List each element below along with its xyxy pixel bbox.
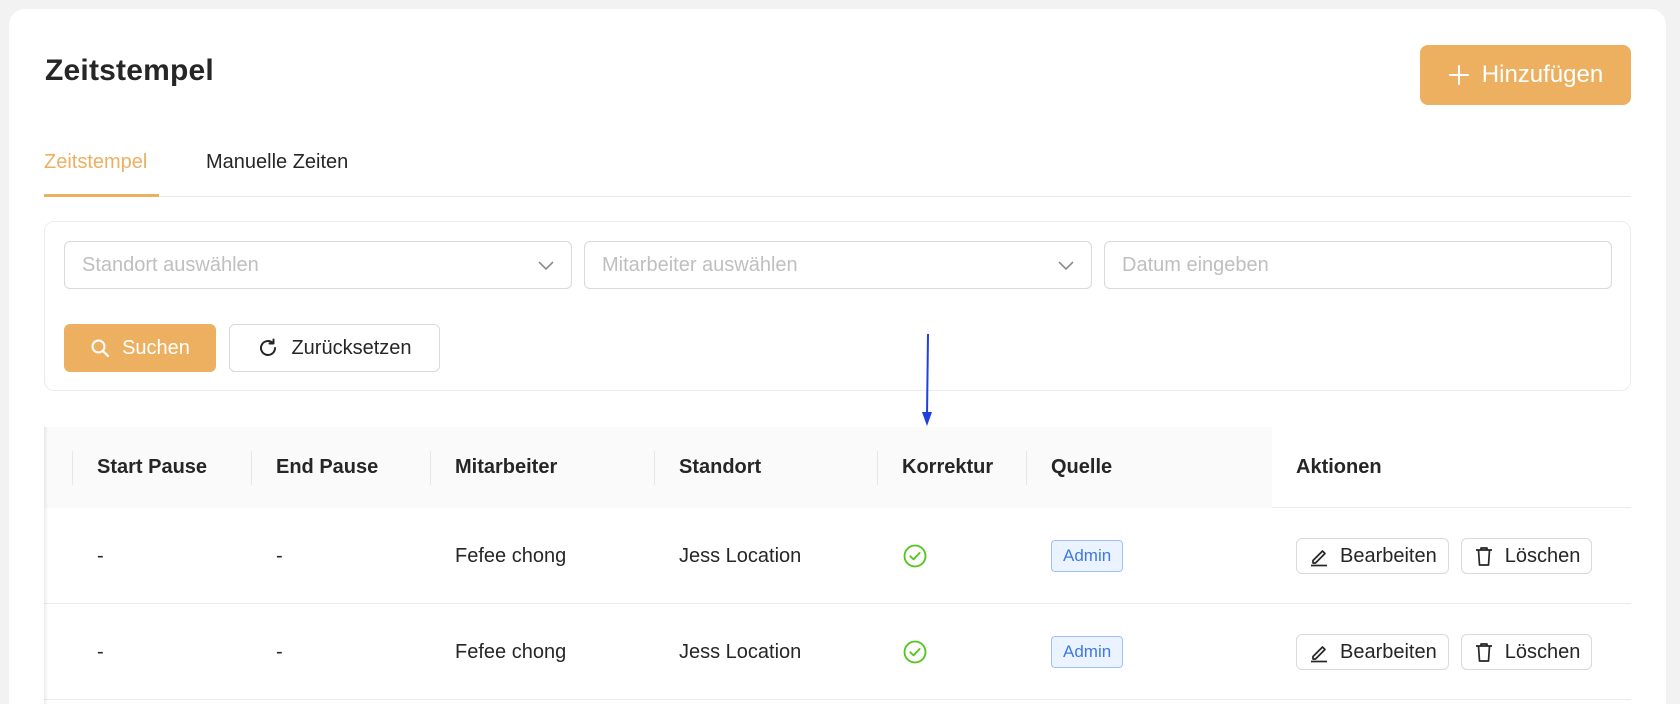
chevron-down-icon bbox=[1058, 261, 1074, 271]
cell-location: Jess Location bbox=[679, 640, 802, 663]
column-separator bbox=[1026, 451, 1027, 485]
cell-actions: Bearbeiten Löschen bbox=[1296, 604, 1604, 700]
location-select-placeholder: Standort auswählen bbox=[82, 253, 259, 276]
check-circle-icon bbox=[903, 544, 927, 568]
reload-icon bbox=[260, 338, 277, 356]
trash-icon bbox=[1475, 547, 1492, 566]
edit-icon bbox=[1311, 646, 1327, 663]
cell-end-pause: - bbox=[276, 640, 283, 663]
column-separator bbox=[72, 451, 73, 485]
search-icon bbox=[91, 339, 110, 358]
search-button[interactable]: Suchen bbox=[64, 324, 216, 372]
column-header-actions: Aktionen bbox=[1296, 456, 1382, 478]
cell-source: Admin bbox=[1051, 604, 1124, 700]
filter-panel: Standort auswählen Mitarbeiter auswählen… bbox=[44, 221, 1631, 391]
delete-button[interactable]: Löschen bbox=[1460, 538, 1593, 574]
edit-button-label: Bearbeiten bbox=[1340, 544, 1437, 567]
annotation-arrow-icon bbox=[922, 333, 932, 426]
column-header-correction: Korrektur bbox=[902, 456, 994, 478]
check-circle-icon bbox=[903, 640, 927, 664]
cell-employee: Fefee chong bbox=[455, 640, 567, 663]
delete-button-label: Löschen bbox=[1504, 640, 1581, 663]
employee-select-placeholder: Mitarbeiter auswählen bbox=[602, 253, 798, 276]
plus-icon bbox=[1448, 65, 1469, 85]
column-header-location: Standort bbox=[679, 456, 762, 478]
edit-button[interactable]: Bearbeiten bbox=[1296, 538, 1449, 574]
location-select[interactable]: Standort auswählen bbox=[64, 241, 572, 289]
table-scroll-shadow bbox=[44, 427, 48, 704]
timestamps-table: Start Pause End Pause Mitarbeiter Stando… bbox=[44, 427, 1631, 704]
date-input[interactable]: Datum eingeben bbox=[1104, 241, 1612, 289]
cell-start-pause: - bbox=[97, 640, 104, 663]
table-row: - - Fefee chong Jess Location Admin Bear… bbox=[44, 508, 1631, 604]
reset-button[interactable]: Zurücksetzen bbox=[229, 324, 440, 372]
chevron-down-icon bbox=[538, 261, 554, 271]
column-header-source: Quelle bbox=[1051, 456, 1113, 478]
tab-bar: Zeitstempel Manuelle Zeiten bbox=[44, 140, 1631, 197]
edit-button[interactable]: Bearbeiten bbox=[1296, 634, 1449, 670]
search-button-label: Suchen bbox=[122, 336, 190, 359]
column-separator bbox=[251, 451, 252, 485]
employee-select[interactable]: Mitarbeiter auswählen bbox=[584, 241, 1092, 289]
column-header-start-pause: Start Pause bbox=[97, 456, 208, 478]
reset-button-label: Zurücksetzen bbox=[291, 336, 412, 359]
edit-icon bbox=[1311, 550, 1327, 567]
table-header: Start Pause End Pause Mitarbeiter Stando… bbox=[44, 427, 1631, 508]
column-separator bbox=[877, 451, 878, 485]
edit-button-label: Bearbeiten bbox=[1340, 640, 1437, 663]
column-separator bbox=[430, 451, 431, 485]
cell-location: Jess Location bbox=[679, 544, 802, 567]
column-header-end-pause: End Pause bbox=[276, 456, 379, 478]
cell-end-pause: - bbox=[276, 544, 283, 567]
tab-zeitstempel[interactable]: Zeitstempel bbox=[44, 151, 159, 197]
cell-correction bbox=[902, 508, 928, 604]
trash-icon bbox=[1475, 643, 1492, 662]
column-separator bbox=[654, 451, 655, 485]
page-title: Zeitstempel bbox=[45, 54, 214, 87]
delete-button-label: Löschen bbox=[1504, 544, 1581, 567]
cell-actions: Bearbeiten Löschen bbox=[1296, 508, 1604, 604]
add-button[interactable]: Hinzufügen bbox=[1420, 45, 1631, 105]
cell-employee: Fefee chong bbox=[455, 544, 567, 567]
cell-start-pause: - bbox=[97, 544, 104, 567]
source-badge: Admin bbox=[1051, 540, 1124, 572]
add-button-label: Hinzufügen bbox=[1481, 61, 1604, 88]
delete-button[interactable]: Löschen bbox=[1460, 634, 1593, 670]
cell-source: Admin bbox=[1051, 508, 1124, 604]
cell-correction bbox=[902, 604, 928, 700]
table-row: - - Fefee chong Jess Location Admin Bear… bbox=[44, 604, 1631, 700]
date-input-placeholder: Datum eingeben bbox=[1122, 253, 1269, 276]
tab-manuelle-zeiten[interactable]: Manuelle Zeiten bbox=[206, 151, 348, 197]
column-header-employee: Mitarbeiter bbox=[455, 456, 558, 478]
source-badge: Admin bbox=[1051, 636, 1124, 668]
